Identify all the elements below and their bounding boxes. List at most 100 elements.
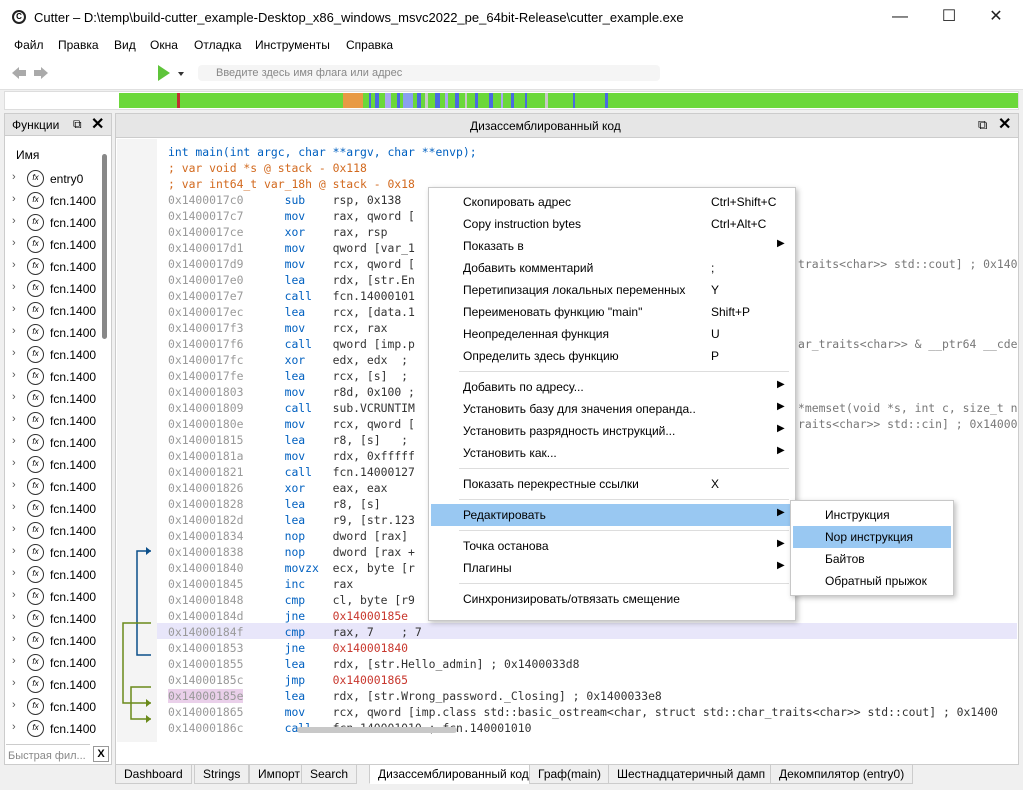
- bottom-tab[interactable]: Декомпилятор (entry0): [770, 764, 914, 784]
- context-menu-item[interactable]: Показать перекрестные ссылки X: [431, 473, 793, 495]
- context-menu-item[interactable]: Показать в ▶: [431, 235, 793, 257]
- context-menu-item[interactable]: Плагины ▶: [431, 557, 793, 579]
- instruction-row[interactable]: 0x14000184f cmp rax, 7 ; 7: [168, 624, 422, 640]
- function-item[interactable]: › fx fcn.1400: [5, 212, 101, 234]
- context-menu-item[interactable]: Перетипизация локальных переменных Y: [431, 279, 793, 301]
- instruction-row[interactable]: 0x140001834 nop dword [rax]: [168, 528, 408, 544]
- instruction-row[interactable]: 0x1400017ce xor rax, rsp: [168, 224, 387, 240]
- instruction-row[interactable]: 0x1400017fc xor edx, edx ;: [168, 352, 408, 368]
- chevron-right-icon[interactable]: ›: [12, 545, 16, 557]
- chevron-right-icon[interactable]: ›: [12, 347, 16, 359]
- instruction-row[interactable]: 0x140001821 call fcn.14000127: [168, 464, 415, 480]
- context-menu-item[interactable]: Редактировать ▶: [431, 504, 793, 526]
- function-item[interactable]: › fx fcn.1400: [5, 520, 101, 542]
- instruction-row[interactable]: 0x140001855 lea rdx, [str.Hello_admin] ;…: [168, 656, 580, 672]
- menu-edit[interactable]: Правка: [58, 38, 99, 52]
- chevron-right-icon[interactable]: ›: [12, 567, 16, 579]
- instruction-row[interactable]: 0x1400017fe lea rcx, [s] ;: [168, 368, 408, 384]
- chevron-right-icon[interactable]: ›: [12, 677, 16, 689]
- instruction-row[interactable]: 0x140001828 lea r8, [s]: [168, 496, 381, 512]
- chevron-right-icon[interactable]: ›: [12, 259, 16, 271]
- instruction-row[interactable]: 0x14000181a mov rdx, 0xfffff: [168, 448, 415, 464]
- maximize-button[interactable]: ☐: [926, 2, 972, 32]
- instruction-row[interactable]: 0x1400017e0 lea rdx, [str.En: [168, 272, 415, 288]
- function-item[interactable]: › fx fcn.1400: [5, 388, 101, 410]
- float-icon[interactable]: ⧉: [73, 117, 82, 132]
- bottom-tab[interactable]: Дизассемблированный код: [369, 764, 538, 784]
- submenu-item[interactable]: Обратный прыжок: [793, 570, 951, 592]
- bottom-tab[interactable]: Dashboard: [115, 764, 192, 784]
- function-item[interactable]: › fx fcn.1400: [5, 630, 101, 652]
- bottom-tab[interactable]: Шестнадцатеричный дамп: [608, 764, 775, 784]
- function-item[interactable]: › fx fcn.1400: [5, 278, 101, 300]
- function-item[interactable]: › fx fcn.1400: [5, 696, 101, 718]
- function-filter-input[interactable]: Быстрая фил...: [6, 744, 90, 764]
- chevron-right-icon[interactable]: ›: [12, 237, 16, 249]
- instruction-row[interactable]: 0x14000185e lea rdx, [str.Wrong_password…: [168, 688, 662, 704]
- chevron-right-icon[interactable]: ›: [12, 501, 16, 513]
- submenu-item[interactable]: Nop инструкция: [793, 526, 951, 548]
- context-menu-item[interactable]: Неопределенная функция U: [431, 323, 793, 345]
- chevron-right-icon[interactable]: ›: [12, 479, 16, 491]
- function-item[interactable]: › fx fcn.1400: [5, 586, 101, 608]
- function-item[interactable]: › fx fcn.1400: [5, 234, 101, 256]
- function-item[interactable]: › fx fcn.1400: [5, 564, 101, 586]
- function-item[interactable]: › fx fcn.1400: [5, 300, 101, 322]
- function-item[interactable]: › fx fcn.1400: [5, 476, 101, 498]
- chevron-right-icon[interactable]: ›: [12, 611, 16, 623]
- instruction-row[interactable]: 0x140001809 call sub.VCRUNTIM *memset(voi…: [168, 400, 1017, 416]
- function-item[interactable]: › fx fcn.1400: [5, 542, 101, 564]
- instruction-row[interactable]: 0x1400017d1 mov qword [var_1: [168, 240, 415, 256]
- function-item[interactable]: › fx fcn.1400: [5, 608, 101, 630]
- chevron-right-icon[interactable]: ›: [12, 633, 16, 645]
- instruction-row[interactable]: 0x14000182d lea r9, [str.123: [168, 512, 415, 528]
- chevron-right-icon[interactable]: ›: [12, 413, 16, 425]
- menu-file[interactable]: Файл: [14, 38, 44, 52]
- context-menu-item[interactable]: Скопировать адрес Ctrl+Shift+C: [431, 191, 793, 213]
- function-item[interactable]: › fx fcn.1400: [5, 498, 101, 520]
- submenu-item[interactable]: Инструкция: [793, 504, 951, 526]
- bottom-tab[interactable]: Граф(main): [529, 764, 611, 784]
- context-menu-item[interactable]: Добавить по адресу... ▶: [431, 376, 793, 398]
- instruction-row[interactable]: 0x1400017f3 mov rcx, rax: [168, 320, 387, 336]
- function-item[interactable]: › fx fcn.1400: [5, 256, 101, 278]
- context-menu-item[interactable]: Добавить комментарий;: [431, 257, 793, 279]
- chevron-right-icon[interactable]: ›: [12, 303, 16, 315]
- function-item[interactable]: › fx fcn.1400: [5, 718, 101, 740]
- context-menu-item[interactable]: Установить базу для значения операнда.. ▶: [431, 398, 793, 420]
- functions-list[interactable]: › fx entry0 › fx fcn.1400 › fx fcn.1400 › fx fcn.14…: [5, 168, 111, 742]
- chevron-right-icon[interactable]: ›: [12, 699, 16, 711]
- context-menu-item[interactable]: Установить разрядность инструкций... ▶: [431, 420, 793, 442]
- flag-search-input[interactable]: Введите здесь имя флага или адрес: [198, 65, 660, 81]
- horizontal-scrollbar[interactable]: [297, 727, 457, 733]
- function-item[interactable]: › fx fcn.1400: [5, 366, 101, 388]
- play-icon[interactable]: [156, 64, 186, 82]
- chevron-right-icon[interactable]: ›: [12, 435, 16, 447]
- instruction-row[interactable]: 0x1400017d9 mov rcx, qword [traits<char>…: [168, 256, 1017, 272]
- chevron-right-icon[interactable]: ›: [12, 281, 16, 293]
- instruction-row[interactable]: 0x14000184d jne 0x14000185e: [168, 608, 408, 624]
- function-item[interactable]: › fx fcn.1400: [5, 454, 101, 476]
- instruction-row[interactable]: 0x140001838 nop dword [rax +: [168, 544, 415, 560]
- chevron-right-icon[interactable]: ›: [12, 215, 16, 227]
- function-item[interactable]: › fx fcn.1400: [5, 674, 101, 696]
- chevron-right-icon[interactable]: ›: [12, 193, 16, 205]
- function-item[interactable]: › fx entry0: [5, 168, 101, 190]
- menu-debug[interactable]: Отладка: [194, 38, 241, 52]
- function-item[interactable]: › fx fcn.1400: [5, 652, 101, 674]
- function-item[interactable]: › fx fcn.1400: [5, 344, 101, 366]
- menu-help[interactable]: Справка: [346, 38, 393, 52]
- bottom-tab[interactable]: Strings: [194, 764, 250, 784]
- bottom-tab[interactable]: Search: [301, 764, 358, 784]
- context-menu-item[interactable]: Точка останова ▶: [431, 535, 793, 557]
- instruction-row[interactable]: 0x14000185c jmp 0x140001865: [168, 672, 408, 688]
- instruction-row[interactable]: 0x140001865 mov rcx, qword [imp.class st…: [168, 704, 998, 720]
- instruction-row[interactable]: 0x140001826 xor eax, eax: [168, 480, 387, 496]
- instruction-row[interactable]: 0x14000180e mov rcx, qword [raits<char>>…: [168, 416, 1017, 432]
- instruction-row[interactable]: 0x140001803 mov r8d, 0x100 ;: [168, 384, 415, 400]
- instruction-row[interactable]: 0x1400017e7 call fcn.14000101: [168, 288, 415, 304]
- menu-tools[interactable]: Инструменты: [255, 38, 330, 52]
- chevron-right-icon[interactable]: ›: [12, 655, 16, 667]
- chevron-right-icon[interactable]: ›: [12, 171, 16, 183]
- chevron-right-icon[interactable]: ›: [12, 369, 16, 381]
